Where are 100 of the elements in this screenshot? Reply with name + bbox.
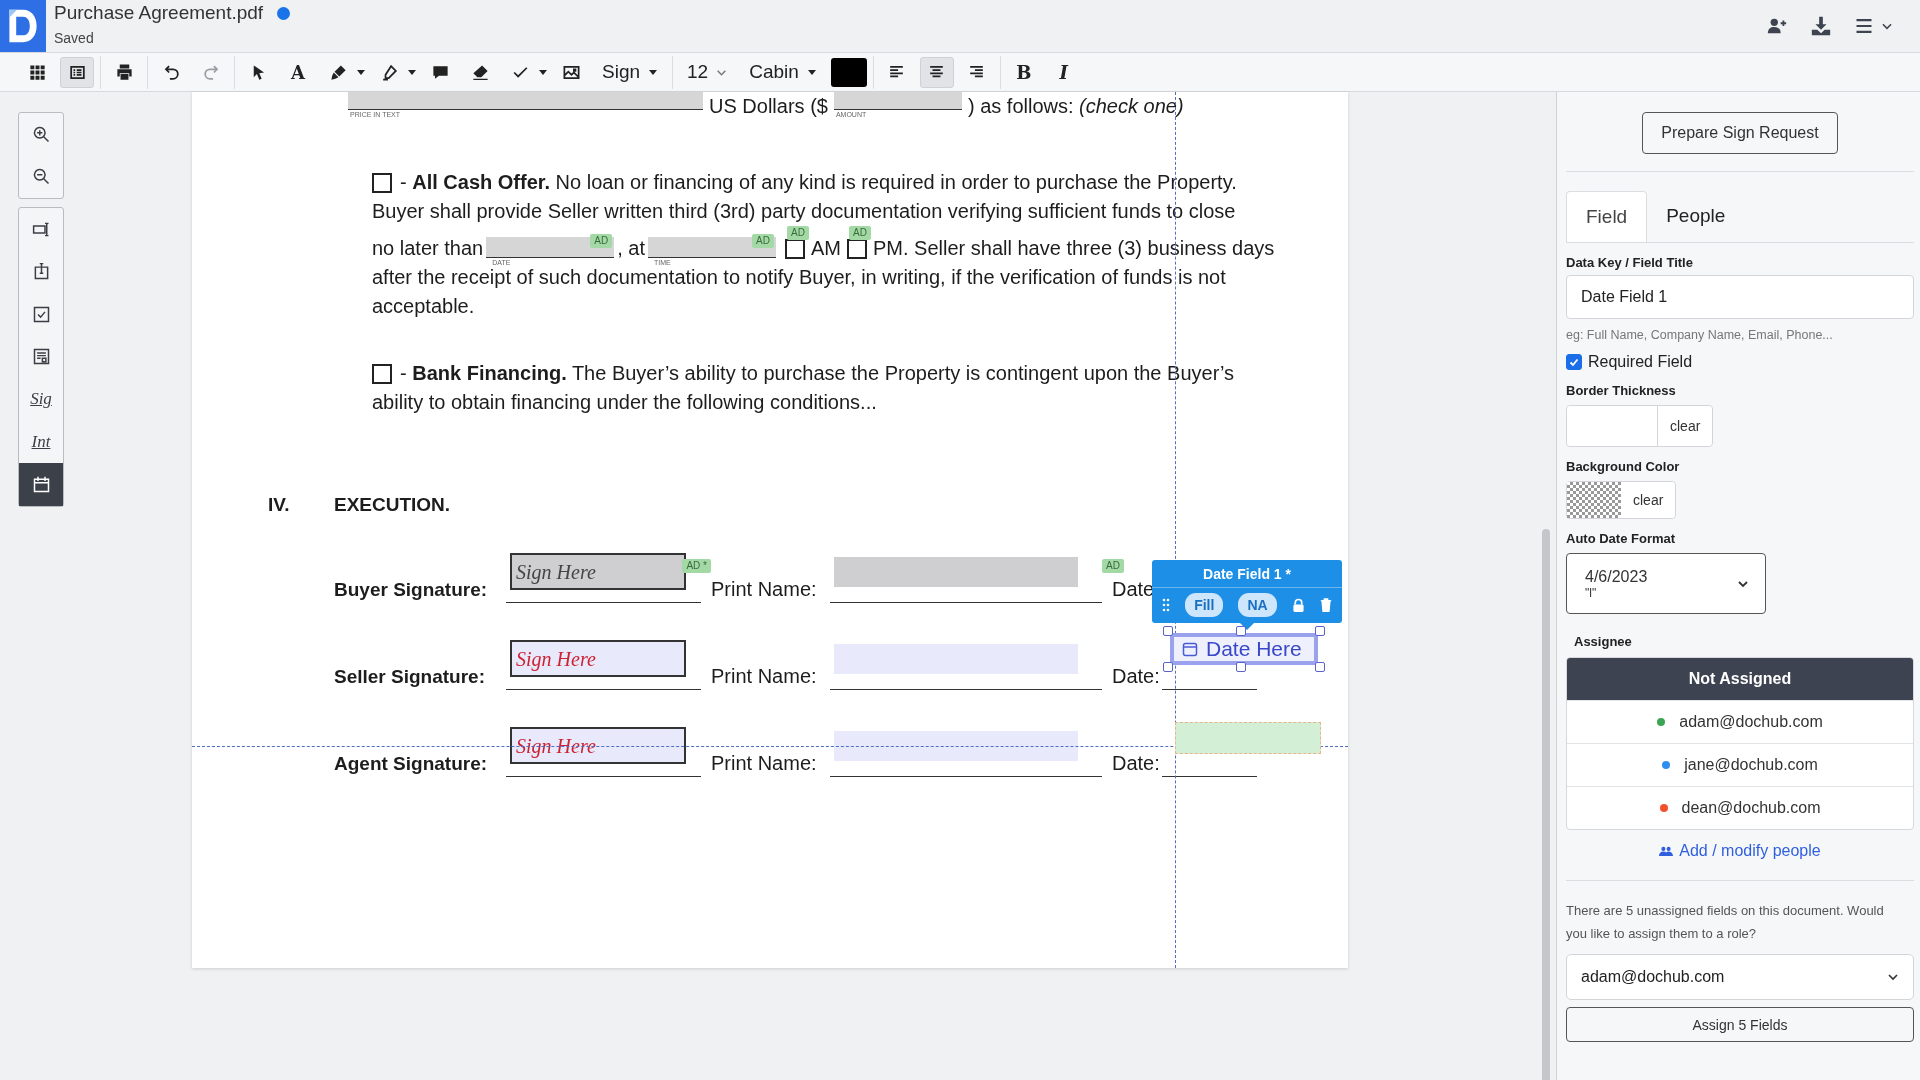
name-field[interactable]: [834, 731, 1078, 761]
format-button[interactable]: I: [1046, 56, 1081, 88]
drag-handle-icon[interactable]: [1162, 598, 1170, 612]
field-label: Data Key / Field Title: [1566, 255, 1694, 270]
color-swatch[interactable]: [1567, 482, 1621, 518]
scrollbar[interactable]: [1542, 529, 1550, 1080]
field-hint: eg: Full Name, Company Name, Email, Phone...: [1566, 328, 1834, 342]
prepare-sign-request-button[interactable]: Prepare Sign Request: [1642, 112, 1838, 154]
menu-icon: [1854, 16, 1874, 36]
field-label: Auto Date Format: [1566, 531, 1677, 546]
assignee-option[interactable]: adam@dochub.com: [1567, 700, 1913, 743]
trash-icon[interactable]: [1319, 598, 1332, 612]
contract-text: no later than: [372, 236, 484, 261]
checkmark-icon: [1568, 356, 1580, 368]
print-name-label: Print Name:: [711, 665, 818, 689]
save-status: Saved: [54, 30, 95, 46]
font-dropdown[interactable]: Cabin: [741, 61, 825, 83]
document-title: Purchase Agreement.pdf: [54, 2, 264, 24]
grid-icon: [27, 62, 47, 82]
contract-text: Buyer shall provide Seller written third (3rd) party documentation verifying sufficient funds to close: [372, 199, 1236, 224]
contract-text: AM: [811, 236, 841, 261]
contract-text: after the receipt of such documentation to notify Buyer, in writing, if the verification of funds is not: [372, 265, 1226, 290]
printer-icon: [114, 62, 134, 82]
date-label: Date:: [1112, 665, 1160, 689]
assignee-tag: AD *: [682, 559, 711, 573]
caret-icon[interactable]: [356, 67, 366, 77]
name-field[interactable]: [834, 557, 1078, 587]
add-people-link[interactable]: Add / modify people: [1659, 842, 1821, 860]
required-label: Required Field: [1588, 353, 1693, 371]
panel-tab[interactable]: People: [1647, 191, 1745, 242]
assignee-tag: AD: [752, 234, 774, 248]
assignee-tag: AD: [1102, 559, 1124, 573]
contract-text: acceptable.: [372, 294, 475, 319]
form-field[interactable]: [648, 237, 776, 258]
date-label: Date: [1112, 578, 1155, 602]
resize-handle[interactable]: [1236, 662, 1246, 672]
form-field[interactable]: [486, 237, 615, 258]
assignee-tag: AD: [849, 225, 871, 240]
resize-handle[interactable]: [1315, 662, 1325, 672]
border-thickness-input[interactable]: [1567, 406, 1658, 446]
unassigned-note: There are 5 unassigned fields on this document. Would you like to assign them to a role?: [1566, 902, 1885, 943]
resize-handle[interactable]: [1163, 626, 1173, 636]
calendar-icon: [1182, 641, 1198, 657]
signature-field[interactable]: Sign Here: [510, 640, 686, 677]
assignee-option[interactable]: jane@dochub.com: [1567, 743, 1913, 786]
resize-handle[interactable]: [1163, 662, 1173, 672]
checkbox[interactable]: [372, 172, 392, 193]
text-color-swatch[interactable]: [830, 57, 867, 87]
role-select[interactable]: adam@dochub.com: [1566, 954, 1914, 1000]
popup-title: Date Field 1 *: [1152, 560, 1342, 588]
required-checkbox[interactable]: [1566, 354, 1582, 370]
assignee-option[interactable]: dean@dochub.com: [1567, 786, 1913, 829]
panel-tab[interactable]: Field: [1566, 191, 1648, 242]
signature-label: Agent Signature:: [334, 753, 489, 776]
caret-icon[interactable]: [538, 67, 548, 77]
field-title-input[interactable]: Date Field 1: [1566, 275, 1914, 319]
contract-text: US Dollars ($: [709, 94, 828, 119]
people-icon: [1659, 845, 1674, 857]
contract-text: - All Cash Offer. No loan or financing of any kind is required in order to purchase the Property.: [400, 170, 1237, 195]
section-number: IV.: [268, 494, 291, 516]
menu-button[interactable]: [1854, 16, 1894, 36]
contract-text: ) as follows: (check one): [967, 94, 1184, 119]
date-field[interactable]: Date Here: [1170, 633, 1318, 665]
signature-label: Buyer Signature:: [334, 579, 489, 602]
caret-icon[interactable]: [407, 67, 417, 77]
download-icon[interactable]: [1810, 15, 1832, 37]
field-label: Border Thickness: [1566, 383, 1677, 398]
date-label: Date:: [1112, 752, 1160, 776]
contract-text: - Bank Financing. The Buyer’s ability to purchase the Property is contingent upon the Buyer’s: [400, 361, 1235, 386]
lock-icon[interactable]: [1291, 597, 1305, 613]
font-dropdown[interactable]: Sign: [594, 61, 667, 83]
format-button[interactable]: A: [281, 56, 315, 88]
contract-text: PM. Seller shall have three (3) business days: [873, 236, 1275, 261]
na-button[interactable]: NA: [1238, 593, 1277, 617]
checkbox[interactable]: [372, 363, 392, 384]
contract-text: , at: [617, 236, 645, 261]
app-logo[interactable]: [0, 0, 46, 52]
list-button[interactable]: [60, 56, 94, 88]
print-name-label: Print Name:: [711, 752, 818, 776]
font-dropdown[interactable]: 12: [679, 61, 736, 83]
resize-handle[interactable]: [1236, 626, 1246, 636]
assignee-tag: AD: [787, 225, 809, 240]
calendar-tool-button[interactable]: [19, 463, 63, 506]
date-field[interactable]: [1175, 722, 1321, 754]
fill-button[interactable]: Fill: [1185, 593, 1224, 617]
contract-text: ability to obtain financing under the following conditions...: [372, 390, 877, 415]
signature-tool-button[interactable]: Int: [19, 420, 63, 463]
resize-handle[interactable]: [1315, 626, 1325, 636]
signature-tool-button[interactable]: Sig: [19, 378, 63, 421]
align-center-button[interactable]: [919, 56, 954, 88]
date-format-select[interactable]: 4/6/2023 "l": [1566, 553, 1766, 614]
section-title: EXECUTION.: [334, 494, 451, 516]
assignee-tag: AD: [590, 234, 613, 248]
chevron-down-icon: [1887, 971, 1899, 983]
field-label: Assignee: [1574, 634, 1633, 649]
format-button[interactable]: B: [1006, 56, 1041, 88]
signature-field[interactable]: Sign Here: [510, 553, 686, 590]
assignee-option[interactable]: Not Assigned: [1567, 658, 1913, 700]
field-label: Background Color: [1566, 459, 1681, 474]
assign-fields-button[interactable]: Assign 5 Fields: [1566, 1007, 1914, 1042]
